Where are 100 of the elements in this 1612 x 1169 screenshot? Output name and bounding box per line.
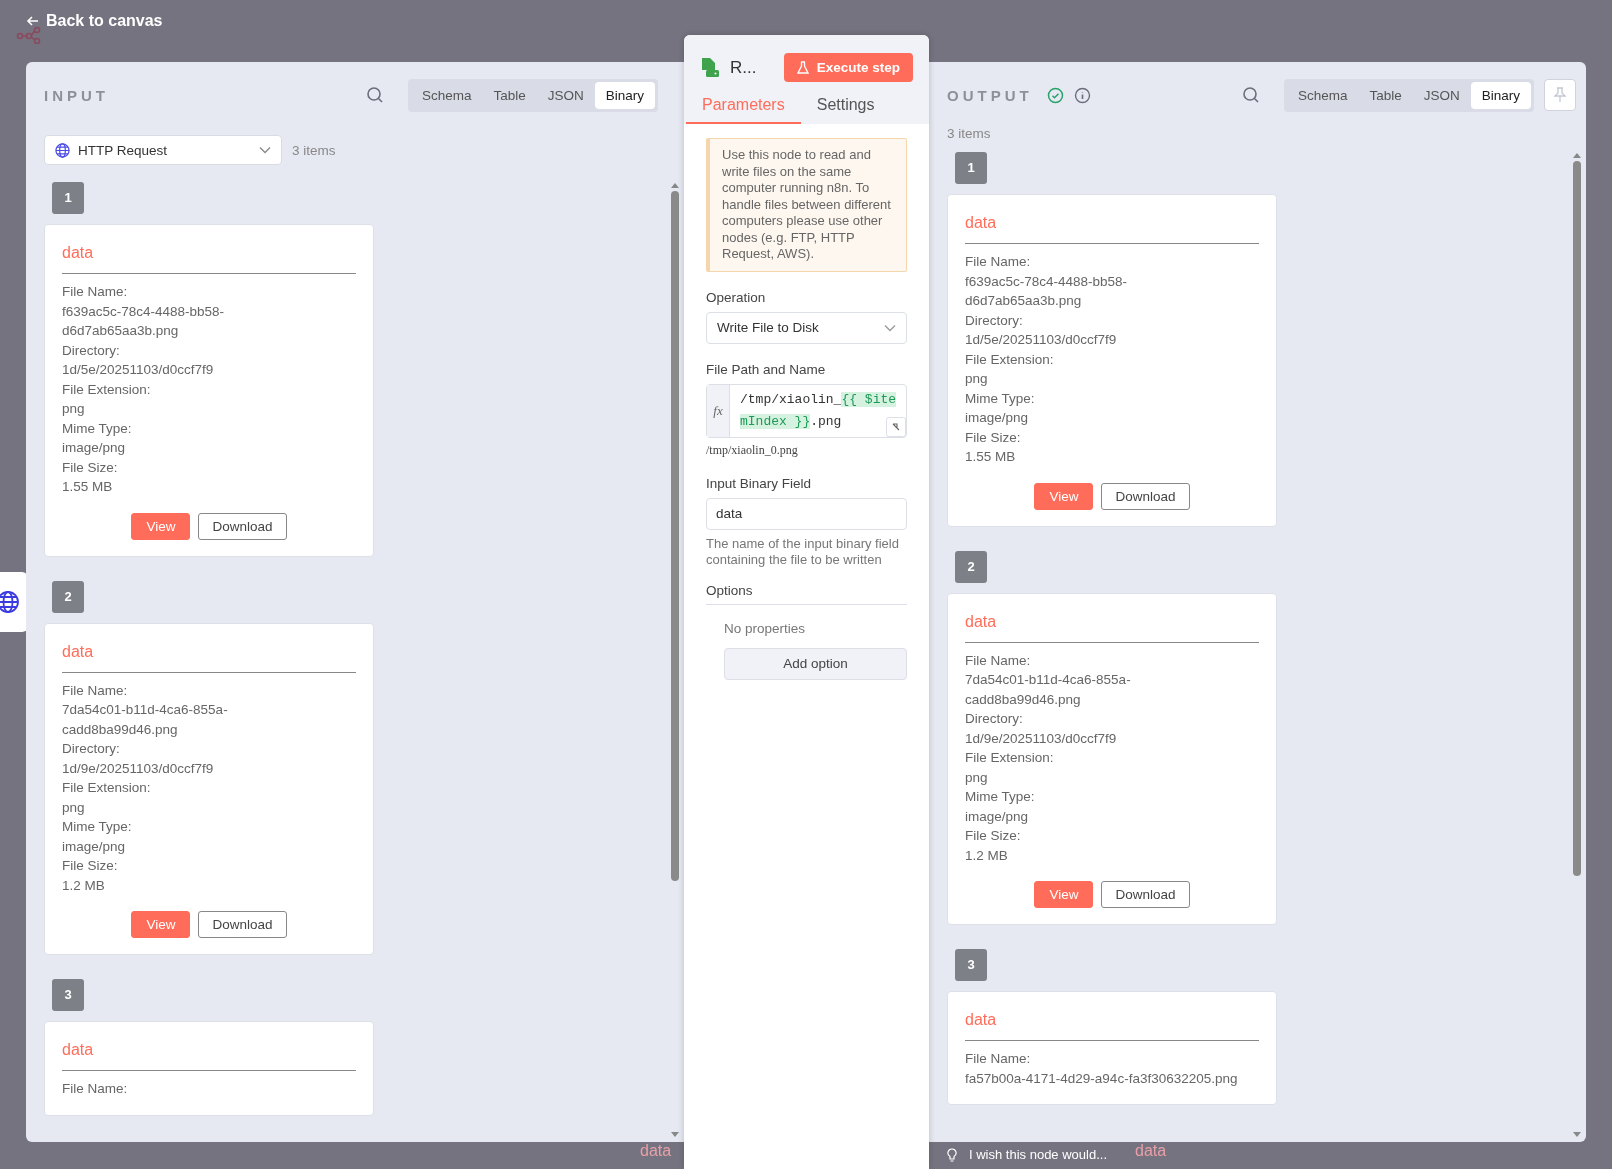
field-label: File Path and Name xyxy=(706,361,827,377)
field-value: 1.2 MB xyxy=(965,846,1009,865)
binary-property-name: data xyxy=(62,241,356,274)
view-tab[interactable]: JSON xyxy=(536,81,595,109)
lightbulb-icon xyxy=(947,1147,957,1162)
success-check-icon xyxy=(1046,86,1064,104)
field-label: File Name: xyxy=(62,283,129,301)
arrow-left-icon xyxy=(26,14,40,28)
pin-button[interactable] xyxy=(1544,79,1576,111)
item-count: 3 items xyxy=(947,125,991,141)
download-button[interactable]: Download xyxy=(198,911,287,938)
field-value: 1.55 MB xyxy=(965,448,1017,466)
file-icon xyxy=(700,56,720,79)
item-number: 3 xyxy=(52,979,84,1011)
chevron-down-icon xyxy=(884,323,896,332)
field-label: Directory: xyxy=(62,740,121,758)
search-icon[interactable] xyxy=(365,86,384,104)
field-label: Mime Type: xyxy=(62,818,133,836)
empty-text: No properties xyxy=(724,620,807,636)
view-tab[interactable]: Binary xyxy=(1470,81,1531,109)
item-number: 2 xyxy=(52,580,84,613)
binary-property-name: data xyxy=(62,1038,356,1071)
field-value: 1d/5e/20251103/d0ccf7f9 xyxy=(62,361,215,379)
back-link[interactable]: Back to canvas xyxy=(26,12,163,30)
field-label: File Extension: xyxy=(62,779,152,797)
scroll-down-icon[interactable] xyxy=(1573,1132,1581,1138)
field-value: f639ac5c-78c4-4488-bb58-d6d7ab65aa3b.png xyxy=(62,302,226,340)
field-value: 1.55 MB xyxy=(62,478,114,496)
expression-mode-label: fx xyxy=(707,384,730,437)
field-label: Directory: xyxy=(965,710,1024,728)
field-value: image/png xyxy=(62,837,127,856)
field-label: File Size: xyxy=(62,458,119,477)
field-label: File Size: xyxy=(965,428,1022,447)
field-value: png xyxy=(62,798,86,817)
view-tab[interactable]: Table xyxy=(482,81,537,109)
scroll-up-icon[interactable] xyxy=(1573,152,1581,158)
binary-property-name: data xyxy=(965,211,1259,244)
view-tab[interactable]: Binary xyxy=(594,81,655,109)
panel-title: OUTPUT xyxy=(947,86,1033,104)
info-icon[interactable] xyxy=(1073,86,1091,104)
input-field[interactable]: data xyxy=(706,497,907,530)
globe-icon xyxy=(0,589,22,615)
download-button[interactable]: Download xyxy=(1101,482,1190,510)
pin-icon xyxy=(1553,87,1567,103)
item-number: 2 xyxy=(955,550,987,583)
field-value: 1d/9e/20251103/d0ccf7f9 xyxy=(62,759,215,778)
field-label: File Size: xyxy=(62,857,119,875)
field-label: Mime Type: xyxy=(965,389,1036,408)
field-label: File Name: xyxy=(965,651,1032,670)
field-label: File Size: xyxy=(965,827,1022,845)
field-label: File Name: xyxy=(965,253,1032,271)
panel-tab[interactable]: Settings xyxy=(800,90,891,124)
item-number: 3 xyxy=(955,949,987,981)
binary-property-name: data xyxy=(965,609,1259,643)
background-label: data xyxy=(640,1142,672,1160)
field-label: File Extension: xyxy=(965,749,1055,767)
expression-field[interactable]: fx /tmp/xiaolin_{{ $itemIndex }}.png xyxy=(706,383,907,438)
view-tab[interactable]: Schema xyxy=(1286,81,1359,109)
view-tab[interactable]: Table xyxy=(1358,81,1413,109)
field-label: File Extension: xyxy=(62,380,152,399)
notice-text: Use this node to read and write files on the same computer running n8n. To handle files between different computers please use other nodes (e.g. FTP, HTTP Request, AWS). xyxy=(706,138,907,272)
field-label: Operation xyxy=(706,289,767,305)
download-button[interactable]: Download xyxy=(1101,881,1190,908)
field-label: Directory: xyxy=(62,341,121,360)
side-tab[interactable] xyxy=(0,572,28,632)
field-label: Input Binary Field xyxy=(706,475,813,491)
field-value: image/png xyxy=(62,439,127,457)
expand-icon[interactable] xyxy=(886,416,906,437)
field-value: fa57b00a-4171-4d29-a94c-fa3f30632205.png xyxy=(965,1069,1239,1088)
field-label: File Name: xyxy=(62,681,129,700)
field-value: image/png xyxy=(965,807,1030,826)
field-value: png xyxy=(965,768,989,787)
field-label: Mime Type: xyxy=(62,419,133,438)
node-select[interactable]: HTTP Request xyxy=(44,135,282,165)
field-value: image/png xyxy=(965,409,1030,427)
scroll-down-icon[interactable] xyxy=(671,1132,679,1138)
field-label: File Extension: xyxy=(965,350,1055,369)
options-label: Options xyxy=(706,582,907,605)
field-value: 1d/5e/20251103/d0ccf7f9 xyxy=(965,331,1118,349)
view-tab[interactable]: JSON xyxy=(1412,81,1471,109)
field-value: f639ac5c-78c4-4488-bb58-d6d7ab65aa3b.png xyxy=(965,272,1129,310)
view-tab[interactable]: Schema xyxy=(410,81,483,109)
field-label: Mime Type: xyxy=(965,788,1036,806)
field-label: File Name: xyxy=(965,1050,1032,1068)
field-value: 7da54c01-b11d-4ca6-855a-cadd8ba99d46.png xyxy=(965,671,1132,709)
field-value: 1d/9e/20251103/d0ccf7f9 xyxy=(965,729,1118,748)
field-label: Directory: xyxy=(965,311,1024,330)
feedback-link[interactable]: I wish this node would... xyxy=(947,1147,1108,1162)
binary-property-name: data xyxy=(62,639,356,673)
item-number: 1 xyxy=(955,152,987,184)
field-value: 1.2 MB xyxy=(62,876,106,895)
operation-select[interactable]: Write File to Disk xyxy=(706,311,907,344)
expression-preview: /tmp/xiaolin_0.png xyxy=(706,442,799,458)
field-hint: The name of the input binary field containing the file to be written xyxy=(706,535,900,569)
search-icon[interactable] xyxy=(1241,86,1260,104)
add-option-button[interactable]: Add option xyxy=(724,647,907,680)
field-value: png xyxy=(965,370,989,388)
download-button[interactable]: Download xyxy=(198,512,287,540)
node-name: R... xyxy=(730,57,757,78)
scroll-up-icon[interactable] xyxy=(671,182,679,188)
